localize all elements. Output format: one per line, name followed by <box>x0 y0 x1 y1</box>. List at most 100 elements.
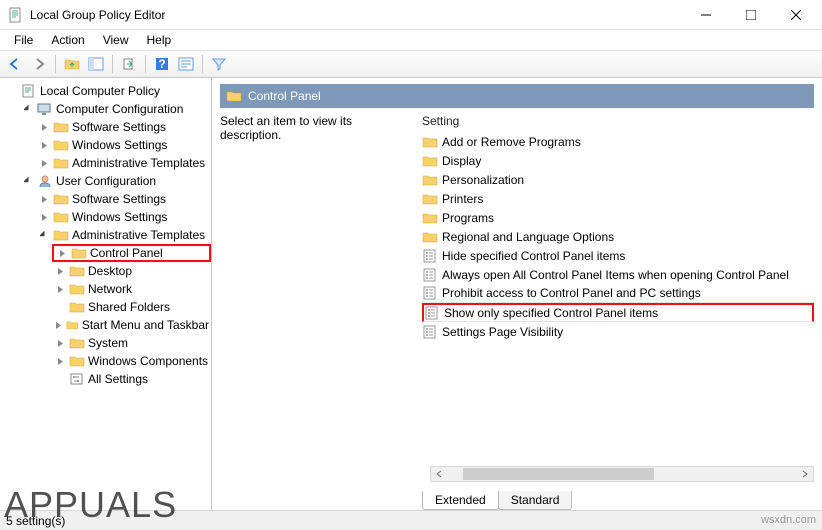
folder-icon <box>53 210 69 224</box>
folder-icon <box>66 318 78 332</box>
tree-cc-admin[interactable]: Administrative Templates <box>36 154 211 172</box>
list-item[interactable]: Display <box>422 151 814 170</box>
tree-cc-software[interactable]: Software Settings <box>36 118 211 136</box>
tree-uc-windows[interactable]: Windows Settings <box>36 208 211 226</box>
setting-icon <box>424 306 440 320</box>
folder-icon <box>422 154 438 168</box>
tree-desktop[interactable]: Desktop <box>52 262 211 280</box>
menu-action[interactable]: Action <box>43 31 92 49</box>
list-item[interactable]: Programs <box>422 208 814 227</box>
description-column: Select an item to view its description. <box>220 114 410 510</box>
close-button[interactable] <box>773 1 818 29</box>
category-header: Control Panel <box>220 84 814 108</box>
list-item[interactable]: Settings Page Visibility <box>422 322 814 341</box>
properties-button[interactable] <box>175 53 197 75</box>
list-item[interactable]: Always open All Control Panel Items when… <box>422 265 814 284</box>
folder-icon <box>53 138 69 152</box>
folder-icon <box>53 156 69 170</box>
setting-icon <box>422 286 438 300</box>
show-tree-button[interactable] <box>85 53 107 75</box>
list-item[interactable]: Personalization <box>422 170 814 189</box>
tab-standard[interactable]: Standard <box>498 491 573 510</box>
folder-icon <box>422 173 438 187</box>
maximize-button[interactable] <box>728 1 773 29</box>
expand-icon[interactable] <box>54 283 66 295</box>
setting-icon <box>422 268 438 282</box>
scroll-left-icon[interactable] <box>431 467 447 481</box>
tree-user-config[interactable]: User Configuration <box>20 172 211 190</box>
expand-icon[interactable] <box>54 265 66 277</box>
tree-all-settings[interactable]: All Settings <box>52 370 211 388</box>
tree-uc-admin[interactable]: Administrative Templates <box>36 226 211 244</box>
folder-icon <box>69 282 85 296</box>
forward-button[interactable] <box>28 53 50 75</box>
tree-network[interactable]: Network <box>52 280 211 298</box>
list-item[interactable]: Hide specified Control Panel items <box>422 246 814 265</box>
column-header-setting[interactable]: Setting <box>422 114 814 128</box>
expand-icon[interactable] <box>54 319 63 331</box>
tree-pane[interactable]: Local Computer Policy Computer Configura… <box>0 78 212 510</box>
help-button[interactable]: ? <box>151 53 173 75</box>
folder-icon <box>69 300 85 314</box>
expand-icon[interactable] <box>38 139 50 151</box>
tree-shared-folders[interactable]: Shared Folders <box>52 298 211 316</box>
filter-button[interactable] <box>208 53 230 75</box>
tab-extended[interactable]: Extended <box>422 491 499 510</box>
list-item[interactable]: Prohibit access to Control Panel and PC … <box>422 284 814 303</box>
expand-icon[interactable] <box>38 211 50 223</box>
tree-start-menu[interactable]: Start Menu and Taskbar <box>52 316 211 334</box>
back-button[interactable] <box>4 53 26 75</box>
detail-pane: Control Panel Select an item to view its… <box>212 78 822 510</box>
expand-icon[interactable] <box>56 247 68 259</box>
settings-icon <box>69 372 85 386</box>
scroll-right-icon[interactable] <box>797 467 813 481</box>
folder-icon <box>53 228 69 242</box>
settings-list-column: Setting Add or Remove ProgramsDisplayPer… <box>422 114 814 510</box>
expand-icon[interactable] <box>54 355 66 367</box>
minimize-button[interactable] <box>683 1 728 29</box>
tree-cc-windows[interactable]: Windows Settings <box>36 136 211 154</box>
policy-icon <box>21 84 37 98</box>
folder-icon <box>69 336 85 350</box>
up-button[interactable] <box>61 53 83 75</box>
list-item[interactable]: Add or Remove Programs <box>422 132 814 151</box>
collapse-icon[interactable] <box>22 103 34 115</box>
menu-file[interactable]: File <box>6 31 41 49</box>
expand-icon[interactable] <box>54 337 66 349</box>
status-text: 5 setting(s) <box>6 514 65 528</box>
list-item[interactable]: Regional and Language Options <box>422 227 814 246</box>
list-item[interactable]: Show only specified Control Panel items <box>422 303 814 322</box>
menu-help[interactable]: Help <box>139 31 180 49</box>
view-tabs: Extended Standard <box>422 491 571 510</box>
folder-icon <box>71 246 87 260</box>
collapse-icon[interactable] <box>22 175 34 187</box>
folder-icon <box>422 211 438 225</box>
expand-icon[interactable] <box>38 121 50 133</box>
folder-icon <box>422 192 438 206</box>
tree-system[interactable]: System <box>52 334 211 352</box>
tree-root[interactable]: Local Computer Policy <box>4 82 211 100</box>
menu-view[interactable]: View <box>95 31 137 49</box>
folder-icon <box>226 89 242 103</box>
tree-windows-components[interactable]: Windows Components <box>52 352 211 370</box>
setting-icon <box>422 249 438 263</box>
tree-computer-config[interactable]: Computer Configuration <box>20 100 211 118</box>
app-icon <box>8 7 24 23</box>
folder-icon <box>69 354 85 368</box>
export-button[interactable] <box>118 53 140 75</box>
expand-icon[interactable] <box>38 193 50 205</box>
title-bar: Local Group Policy Editor <box>0 0 822 30</box>
list-item[interactable]: Printers <box>422 189 814 208</box>
toolbar: ? <box>0 50 822 78</box>
collapse-icon[interactable] <box>38 229 50 241</box>
expand-icon[interactable] <box>38 157 50 169</box>
folder-icon <box>53 192 69 206</box>
computer-icon <box>37 102 53 116</box>
scrollbar-thumb[interactable] <box>463 468 654 480</box>
folder-icon <box>69 264 85 278</box>
horizontal-scrollbar[interactable] <box>430 466 814 482</box>
user-icon <box>37 174 53 188</box>
tree-control-panel[interactable]: Control Panel <box>52 244 211 262</box>
status-bar: 5 setting(s) <box>0 510 822 530</box>
tree-uc-software[interactable]: Software Settings <box>36 190 211 208</box>
